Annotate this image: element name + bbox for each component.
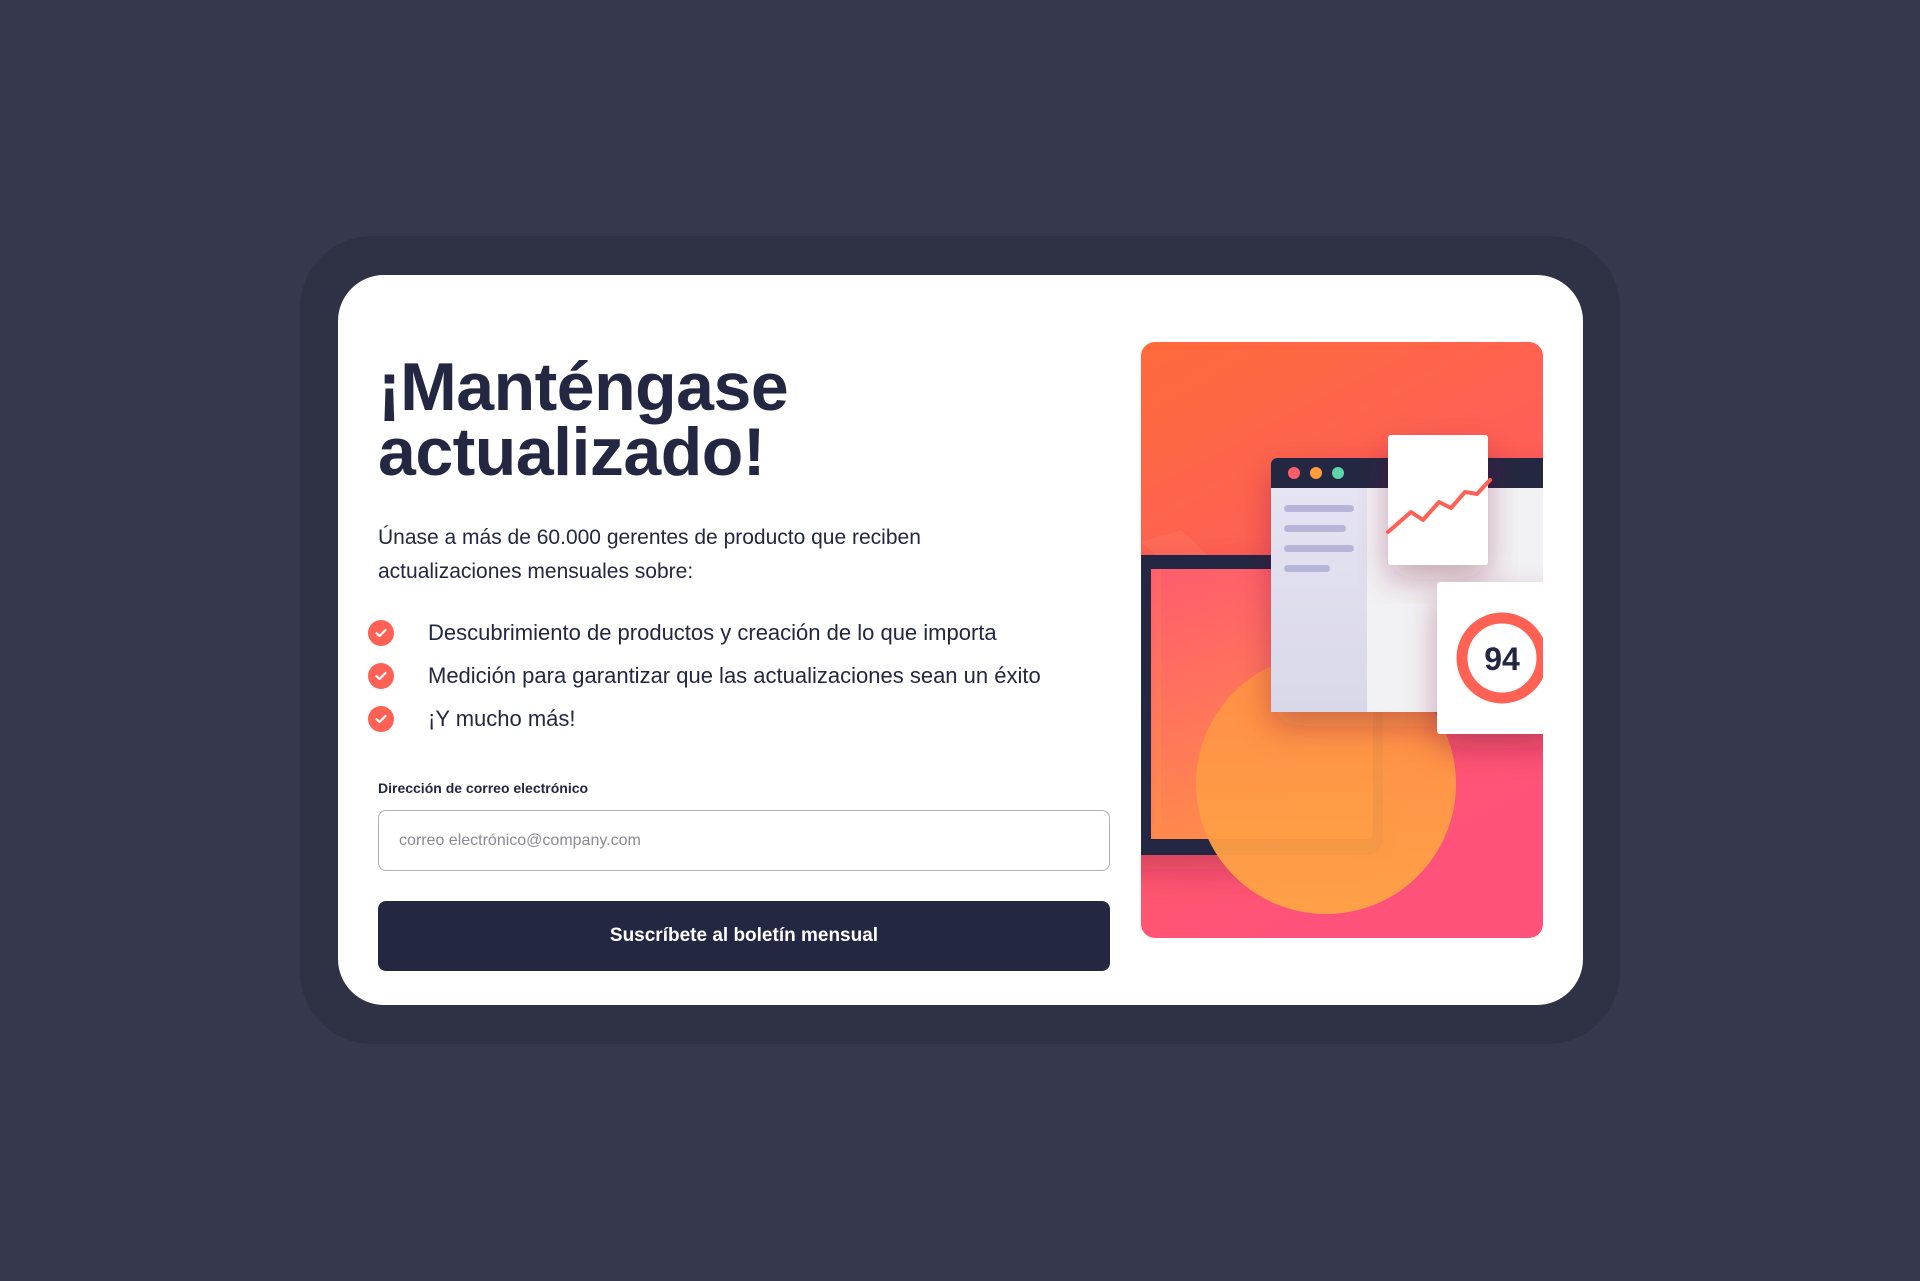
dashboard-illustration: 94 — [1141, 342, 1543, 938]
page-title: ¡Manténgase actualizado! — [378, 353, 1110, 486]
score-value: 94 — [1484, 641, 1520, 677]
signup-content: ¡Manténgase actualizado! Únase a más de … — [368, 353, 1110, 971]
hero-illustration: 94 — [1141, 342, 1543, 938]
feature-text: Medición para garantizar que las actuali… — [428, 662, 1041, 688]
intro-text: Únase a más de 60.000 gerentes de produc… — [378, 526, 921, 583]
subscribe-button[interactable]: Suscríbete al boletín mensual — [378, 901, 1110, 971]
check-icon — [368, 663, 394, 689]
feature-item: ¡Y mucho más! — [368, 697, 1110, 740]
feature-item: Descubrimiento de productos y creación d… — [368, 611, 1110, 654]
feature-text: Descubrimiento de productos y creación d… — [428, 619, 997, 645]
check-icon — [368, 620, 394, 646]
title-line-2: actualizado! — [378, 414, 765, 490]
feature-list: Descubrimiento de productos y creación d… — [368, 611, 1110, 740]
newsletter-card: ¡Manténgase actualizado! Únase a más de … — [338, 275, 1583, 1005]
feature-text: ¡Y mucho más! — [428, 705, 576, 731]
check-icon — [368, 706, 394, 732]
email-label: Dirección de correo electrónico — [378, 780, 589, 796]
feature-item: Medición para garantizar que las actuali… — [368, 654, 1110, 697]
email-input[interactable] — [378, 810, 1110, 871]
